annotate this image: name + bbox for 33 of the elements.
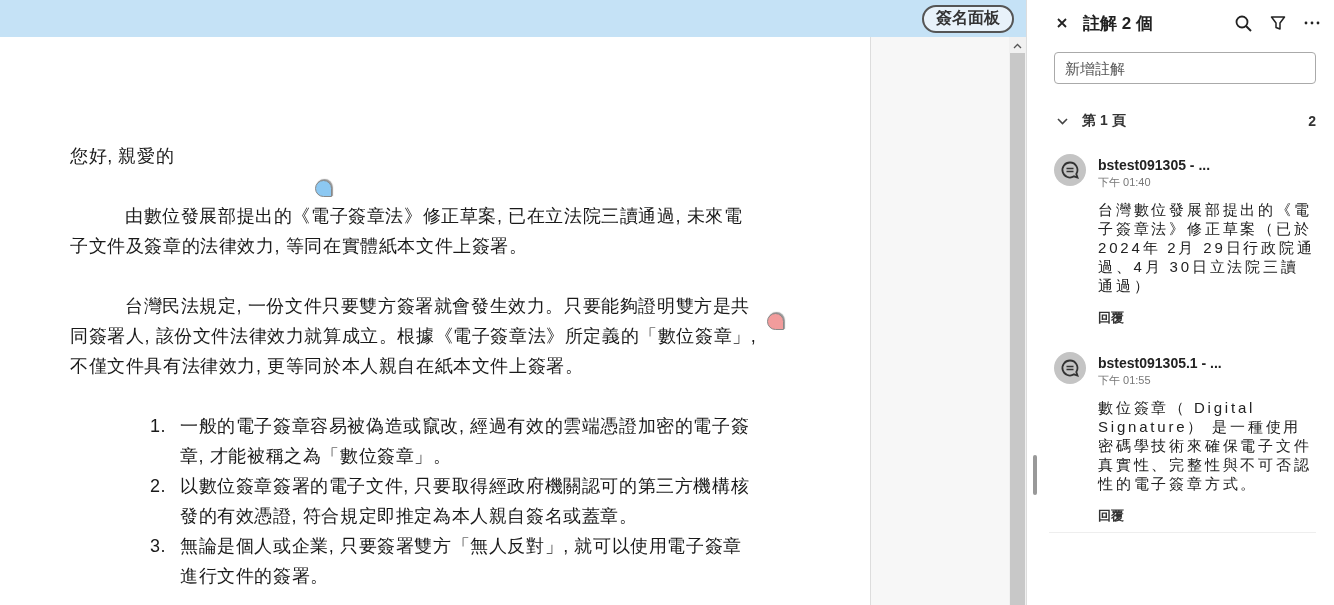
- paragraph: 由數位發展部提出的《電子簽章法》修正草案, 已在立法院三讀通過, 未來電子文件及簽章的法律效力, 等同在實體紙本文件上簽署。: [70, 205, 744, 258]
- add-comment-field[interactable]: 新增註解: [1054, 52, 1316, 84]
- list-item-text: 一般的電子簽章容易被偽造或竄改, 經過有效的雲端憑證加密的電子簽章, 才能被稱之為「數位簽章」。: [180, 415, 751, 468]
- paragraph: 您好, 親愛的: [70, 145, 176, 168]
- comment-author: bstest091305 - ...: [1098, 157, 1211, 173]
- close-icon[interactable]: [1057, 18, 1067, 28]
- scroll-up-icon[interactable]: [1013, 43, 1022, 49]
- comment-text: 數位簽章（ Digital Signature） 是一種使用密碼學技術來確保電子文件真實性、完整性與不可否認性的電子簽章方式。: [1098, 398, 1313, 493]
- list-number: 2.: [150, 475, 168, 498]
- signature-panel-button[interactable]: 簽名面板: [922, 4, 1014, 33]
- list-item-text: 以數位簽章簽署的電子文件, 只要取得經政府機關認可的第三方機構核發的有效憑證, 符合規定即推定為本人親自簽名或蓋章。: [180, 475, 751, 528]
- comment-time: 下午 01:40: [1098, 175, 1151, 190]
- list-item-text: 無論是個人或企業, 只要簽署雙方「無人反對」, 就可以使用電子簽章進行文件的簽署。: [180, 535, 743, 588]
- resize-handle[interactable]: [1033, 455, 1037, 495]
- scrollbar-thumb[interactable]: [1010, 53, 1025, 605]
- reply-button[interactable]: 回覆: [1098, 309, 1124, 327]
- more-icon[interactable]: [1304, 21, 1320, 25]
- chevron-icon[interactable]: [1057, 117, 1068, 125]
- comment-marker-icon[interactable]: [767, 313, 784, 330]
- avatar-icon: [1054, 352, 1086, 384]
- list-number: 1.: [150, 415, 168, 438]
- comment-author: bstest091305.1 - ...: [1098, 355, 1222, 371]
- comment-marker-icon[interactable]: [315, 180, 332, 197]
- comment-time: 下午 01:55: [1098, 373, 1151, 388]
- filter-icon[interactable]: [1270, 15, 1286, 31]
- list-number: 3.: [150, 535, 168, 558]
- search-icon[interactable]: [1235, 14, 1252, 32]
- avatar-icon: [1054, 154, 1086, 186]
- page-group-header[interactable]: 第 1 頁 2: [1027, 106, 1334, 136]
- reply-button[interactable]: 回覆: [1098, 507, 1124, 525]
- panel-title: 註解 2 個: [1083, 12, 1154, 35]
- paragraph: 台灣民法規定, 一份文件只要雙方簽署就會發生效力。只要能夠證明雙方是共同簽署人, 該份文件法律效力就算成立。根據《電子簽章法》所定義的「數位簽章」, 不僅文件具有法律效力, 更等同於本人親自在紙本文件上簽署。: [70, 295, 758, 378]
- comment-text: 台灣數位發展部提出的《電子簽章法》修正草案（已於2024年 2月 29日行政院通過、4月 30日立法院三讀通過）: [1098, 200, 1316, 295]
